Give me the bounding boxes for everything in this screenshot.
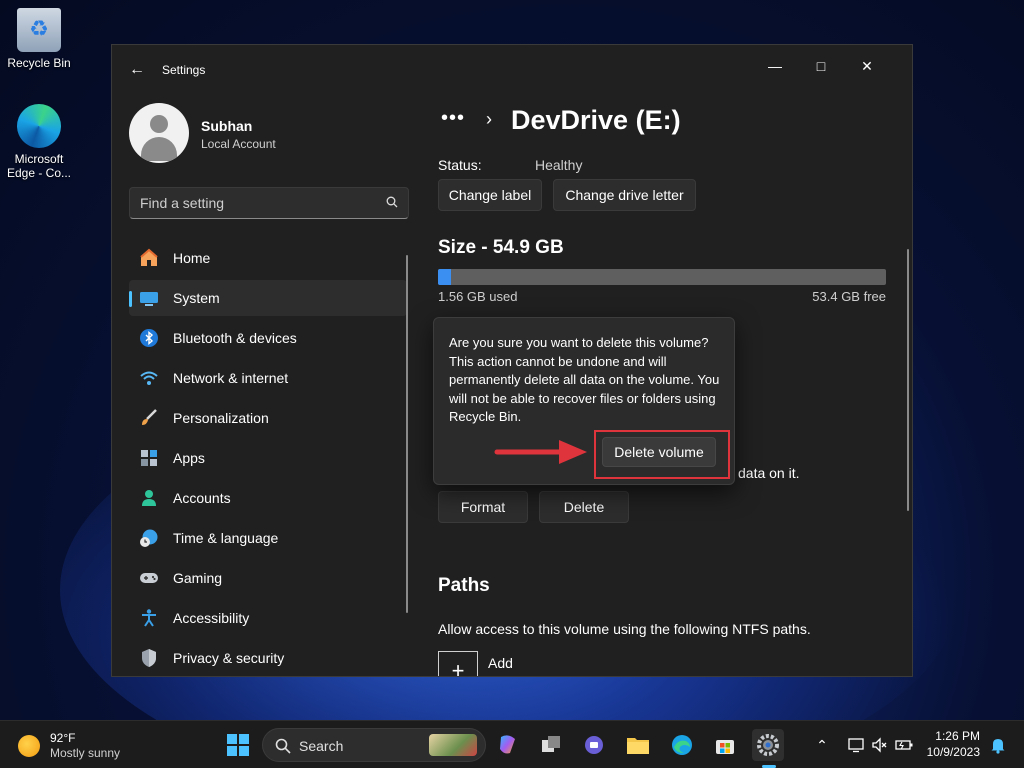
maximize-button[interactable]: □ xyxy=(798,51,844,81)
accessibility-icon xyxy=(139,608,159,628)
edge-browser-icon[interactable] xyxy=(666,729,698,761)
title-bar: ← Settings — □ ✕ xyxy=(112,45,912,93)
paths-heading: Paths xyxy=(438,575,490,596)
search-input[interactable] xyxy=(130,188,370,218)
sidebar-item-label: Accounts xyxy=(173,490,231,506)
settings-window: ← Settings — □ ✕ Subhan Local Account Ho… xyxy=(111,44,913,677)
sidebar-item-network[interactable]: Network & internet xyxy=(129,360,407,396)
sidebar-item-bluetooth[interactable]: Bluetooth & devices xyxy=(129,320,407,356)
sun-icon xyxy=(18,735,40,757)
home-icon xyxy=(139,248,159,268)
sidebar-item-personalization[interactable]: Personalization xyxy=(129,400,407,436)
profile-name: Subhan xyxy=(201,118,253,134)
teams-chat-icon[interactable] xyxy=(578,729,610,761)
copilot-icon[interactable] xyxy=(492,729,524,761)
status-label: Status: xyxy=(438,157,482,173)
sidebar-item-privacy[interactable]: Privacy & security xyxy=(129,640,407,676)
sidebar-item-label: Privacy & security xyxy=(173,650,285,666)
recycle-bin-label: Recycle Bin xyxy=(7,56,71,70)
sidebar-item-label: Network & internet xyxy=(173,370,289,386)
breadcrumb-chevron-icon: › xyxy=(486,109,492,129)
taskbar-search[interactable]: Search xyxy=(262,728,486,762)
file-explorer-icon[interactable] xyxy=(622,729,654,761)
search-highlight-art xyxy=(429,734,477,756)
breadcrumb-more-button[interactable]: ••• xyxy=(441,107,465,130)
shield-icon xyxy=(139,648,159,668)
display-icon xyxy=(139,288,159,308)
search-icon xyxy=(275,738,291,754)
close-button[interactable]: ✕ xyxy=(844,51,890,81)
wifi-icon xyxy=(139,368,159,388)
format-button[interactable]: Format xyxy=(438,491,528,523)
change-label-button[interactable]: Change label xyxy=(438,179,542,211)
sidebar-item-accessibility[interactable]: Accessibility xyxy=(129,600,407,636)
weather-widget[interactable]: 92°F Mostly sunny xyxy=(18,731,148,761)
nav-pane: Home System Bluetooth & devices Network … xyxy=(129,240,407,676)
sidebar-item-label: Time & language xyxy=(173,530,279,546)
clock-date[interactable]: 10/9/2023 xyxy=(914,745,980,759)
minimize-button[interactable]: — xyxy=(752,51,798,81)
clock-time[interactable]: 1:26 PM xyxy=(924,729,980,743)
clock-globe-icon xyxy=(139,528,159,548)
sidebar-item-gaming[interactable]: Gaming xyxy=(129,560,407,596)
sidebar-item-label: Apps xyxy=(173,450,205,466)
free-space-text: 53.4 GB free xyxy=(812,289,886,304)
bluetooth-icon xyxy=(139,328,159,348)
recycle-bin-icon xyxy=(17,8,61,52)
sidebar-item-apps[interactable]: Apps xyxy=(129,440,407,476)
delete-volume-button[interactable]: Delete volume xyxy=(602,437,716,467)
sidebar-item-home[interactable]: Home xyxy=(129,240,407,276)
taskbar-search-label: Search xyxy=(299,738,344,754)
storage-usage-bar xyxy=(438,269,886,285)
notification-bell-icon[interactable] xyxy=(982,729,1014,761)
format-description-tail: data on it. xyxy=(738,465,800,481)
brush-icon xyxy=(139,408,159,428)
nav-scrollbar[interactable] xyxy=(406,255,408,613)
desktop-icon-edge[interactable]: Microsoft Edge - Co... xyxy=(1,104,77,180)
gamepad-icon xyxy=(139,568,159,588)
apps-icon xyxy=(139,448,159,468)
start-button[interactable] xyxy=(222,729,254,761)
taskbar: 92°F Mostly sunny Search ⌃ 1:26 PM 10/9/… xyxy=(0,720,1024,768)
window-title: Settings xyxy=(162,63,206,77)
add-path-label: Add xyxy=(488,655,513,671)
sidebar-item-time-language[interactable]: Time & language xyxy=(129,520,407,556)
sidebar-item-label: Gaming xyxy=(173,570,223,586)
sidebar-item-label: Bluetooth & devices xyxy=(173,330,297,346)
change-drive-letter-button[interactable]: Change drive letter xyxy=(553,179,696,211)
person-icon xyxy=(139,488,159,508)
settings-app-icon[interactable] xyxy=(752,729,784,761)
search-icon[interactable] xyxy=(386,196,398,208)
sidebar-item-label: Accessibility xyxy=(173,610,250,626)
delete-button[interactable]: Delete xyxy=(539,491,629,523)
content-scrollbar[interactable] xyxy=(907,249,909,511)
size-title: Size - 54.9 GB xyxy=(438,237,564,258)
edge-icon xyxy=(17,104,61,148)
back-arrow-icon[interactable]: ← xyxy=(126,59,148,81)
avatar[interactable] xyxy=(129,103,189,163)
storage-usage-fill xyxy=(438,269,451,285)
microsoft-store-icon[interactable] xyxy=(709,729,741,761)
windows-logo-icon xyxy=(227,734,249,756)
add-path-button[interactable]: + xyxy=(438,651,478,676)
profile-account-type: Local Account xyxy=(201,137,276,151)
task-view-icon[interactable] xyxy=(535,729,567,761)
weather-condition: Mostly sunny xyxy=(50,746,121,760)
used-space-text: 1.56 GB used xyxy=(438,289,518,304)
sidebar-item-label: Personalization xyxy=(173,410,269,426)
chevron-up-icon[interactable]: ⌃ xyxy=(806,729,838,761)
desktop-icon-recycle-bin[interactable]: Recycle Bin xyxy=(1,8,77,70)
sidebar-item-system[interactable]: System xyxy=(129,280,407,316)
sidebar-item-label: Home xyxy=(173,250,211,266)
edge-label: Microsoft Edge - Co... xyxy=(6,152,72,180)
weather-temperature: 92°F xyxy=(50,731,76,745)
flyout-message: Are you sure you want to delete this vol… xyxy=(449,335,720,424)
red-arrow-annotation xyxy=(494,440,587,464)
page-title: DevDrive (E:) xyxy=(511,105,681,135)
sidebar-item-accounts[interactable]: Accounts xyxy=(129,480,407,516)
search-box xyxy=(129,187,409,219)
paths-description: Allow access to this volume using the fo… xyxy=(438,621,811,637)
sidebar-item-label: System xyxy=(173,290,220,306)
status-value: Healthy xyxy=(535,157,583,173)
